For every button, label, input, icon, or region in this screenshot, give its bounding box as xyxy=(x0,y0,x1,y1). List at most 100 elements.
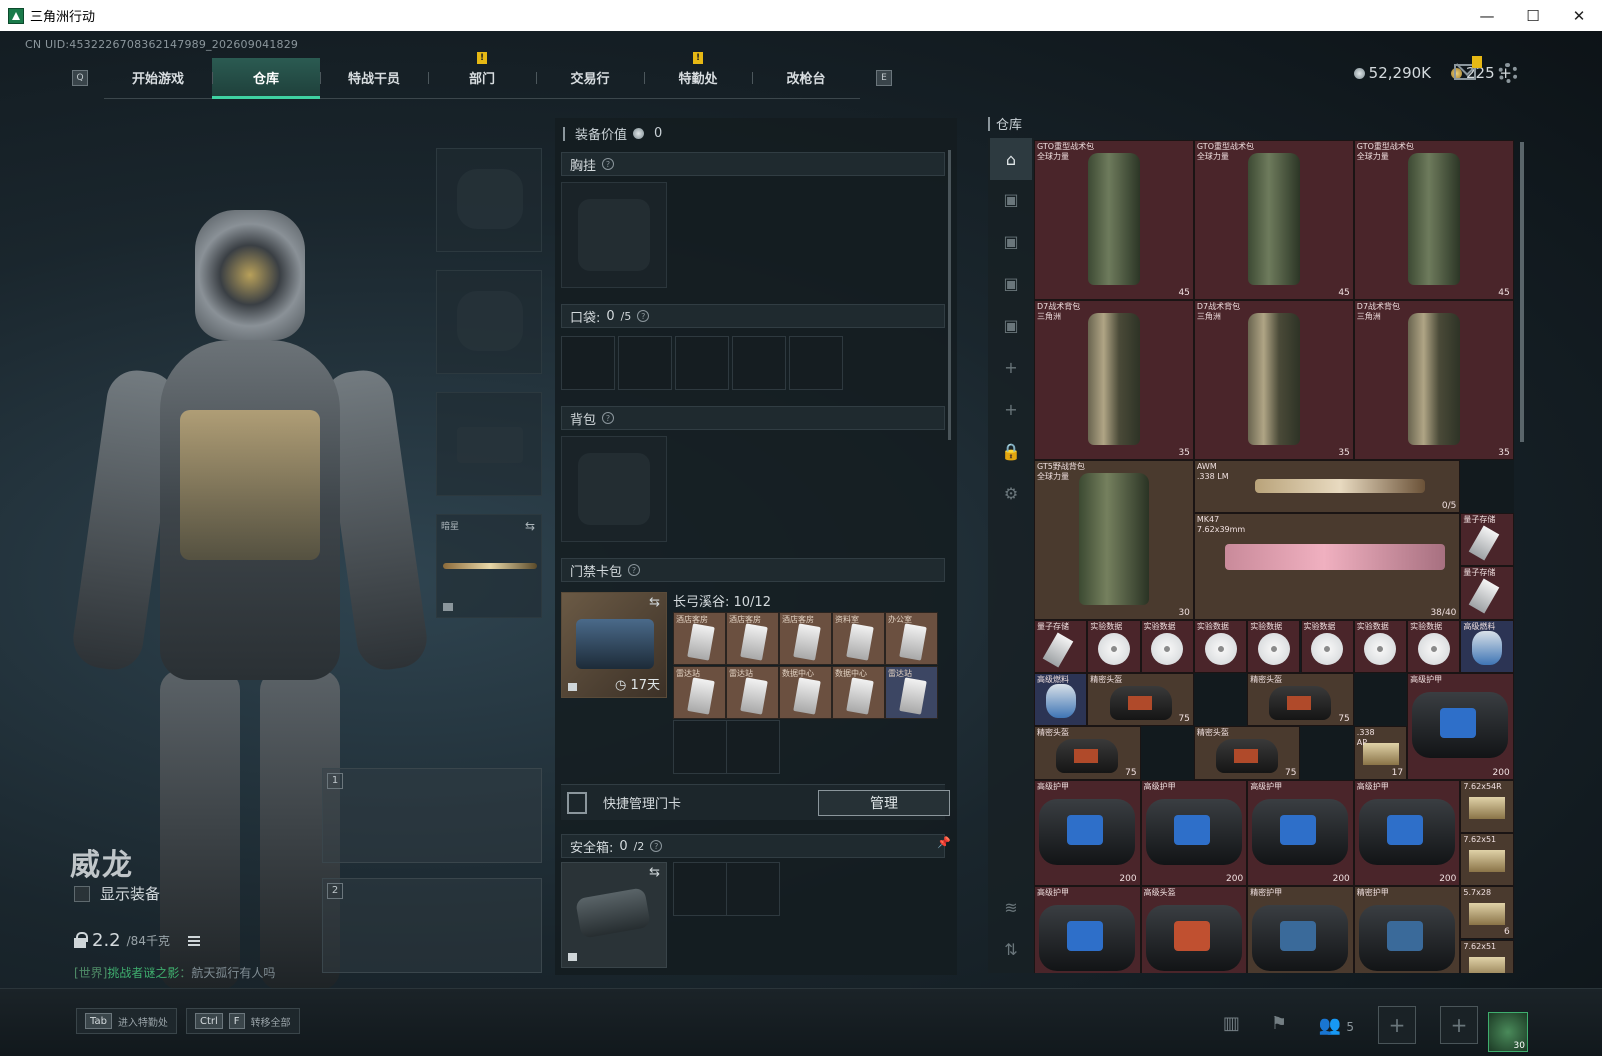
primary-weapon-slot[interactable]: 1 xyxy=(322,768,542,863)
warehouse-item[interactable]: 量子存储 xyxy=(1460,566,1514,620)
transfer-all-button[interactable]: Ctrl F 转移全部 xyxy=(186,1008,300,1034)
warehouse-item[interactable]: 高级护甲 200 xyxy=(1247,779,1354,887)
keycard-case-slot[interactable]: ⇆ ◷ 17天 xyxy=(561,592,667,698)
keycard-item[interactable]: 酒店客房 xyxy=(726,612,779,665)
warehouse-item[interactable]: 7.62x51 xyxy=(1460,832,1514,887)
add-tab-icon[interactable]: + xyxy=(996,352,1026,382)
warehouse-item[interactable]: 高级燃料 xyxy=(1460,619,1514,673)
warehouse-item[interactable]: 5.7x28 6 xyxy=(1460,886,1514,940)
helmet-slot[interactable] xyxy=(436,148,542,252)
show-equipment-toggle[interactable]: 显示装备 xyxy=(74,883,160,904)
keycard-item[interactable]: 酒店客房 xyxy=(673,612,726,665)
warehouse-item[interactable]: 实验数据 xyxy=(1353,619,1408,673)
pin-icon[interactable]: 📌 xyxy=(937,836,951,849)
melee-slot[interactable]: 暗星 ⇆ xyxy=(436,514,542,618)
warehouse-item[interactable]: 实验数据 xyxy=(1407,619,1461,673)
keycard-item[interactable]: 雷达站 xyxy=(726,666,779,719)
secondary-weapon-slot[interactable]: 2 xyxy=(322,878,542,973)
keycard-item[interactable]: 数据中心 xyxy=(779,666,832,719)
warehouse-item[interactable]: 精密头盔 75 xyxy=(1247,673,1354,727)
warehouse-item[interactable]: D7战术背包 三角洲 35 xyxy=(1034,299,1194,460)
help-icon[interactable]: ? xyxy=(637,310,650,322)
warehouse-item[interactable]: 7.62x54R xyxy=(1460,779,1514,833)
enter-special-ops-button[interactable]: Tab 进入特勤处 xyxy=(76,1008,177,1034)
armor-slot[interactable] xyxy=(436,270,542,374)
tab-5[interactable]: 特勤处! xyxy=(644,51,752,98)
warehouse-item[interactable]: 精密护甲 xyxy=(1353,886,1461,973)
warehouse-tab-4-icon[interactable]: ▣ xyxy=(996,310,1026,340)
warehouse-item[interactable]: GTO重型战术包 全球力量 45 xyxy=(1193,140,1354,300)
player-avatar[interactable]: 30 xyxy=(1488,1012,1528,1052)
swap-icon[interactable]: ⇆ xyxy=(649,595,660,610)
help-icon[interactable]: ? xyxy=(602,412,615,424)
warehouse-tab-1-icon[interactable]: ▣ xyxy=(996,184,1026,214)
warehouse-item[interactable]: 高级护甲 200 xyxy=(1140,779,1248,887)
settings-gear-icon[interactable] xyxy=(1498,63,1518,83)
help-icon[interactable]: ? xyxy=(650,840,663,852)
stats-icon[interactable]: ▥ xyxy=(1223,1013,1247,1037)
safe-box-cell[interactable] xyxy=(673,862,727,916)
swap-icon[interactable]: ⇆ xyxy=(649,865,660,880)
show-equipment-checkbox[interactable] xyxy=(74,885,90,902)
warehouse-item[interactable]: D7战术背包 三角洲 35 xyxy=(1353,299,1514,460)
friends-button[interactable]: 👥 5 xyxy=(1319,1015,1354,1036)
keycard-item[interactable]: 资料室 xyxy=(832,612,885,665)
keycard-item[interactable]: 办公室 xyxy=(885,612,938,665)
warehouse-item[interactable]: 精密头盔 75 xyxy=(1193,726,1301,780)
warehouse-item[interactable]: .338 AP 17 xyxy=(1353,726,1408,780)
warehouse-item[interactable]: 高级护甲 200 xyxy=(1353,779,1461,887)
warehouse-tab-2-icon[interactable]: ▣ xyxy=(996,226,1026,256)
backpack-slot[interactable] xyxy=(561,436,667,542)
safe-box-cell[interactable] xyxy=(726,862,780,916)
warehouse-item[interactable]: 高级护甲 200 xyxy=(1407,673,1514,780)
pocket-slot[interactable] xyxy=(561,336,615,390)
loadout-scrollbar[interactable] xyxy=(948,150,951,440)
pistol-slot[interactable] xyxy=(436,392,542,496)
warehouse-item[interactable]: AWM .338 LM 0/5 xyxy=(1193,459,1461,514)
tab-2[interactable]: 特战干员 xyxy=(320,58,428,98)
warehouse-item[interactable]: 高级护甲 200 xyxy=(1034,779,1141,887)
keycard-item[interactable]: 雷达站 xyxy=(673,666,726,719)
tab-0[interactable]: 开始游戏 xyxy=(104,58,212,98)
warehouse-scrollbar[interactable] xyxy=(1520,142,1524,442)
warehouse-item[interactable]: 实验数据 xyxy=(1247,619,1301,673)
warehouse-item[interactable]: 量子存储 xyxy=(1460,513,1514,567)
tab-1[interactable]: 仓库 xyxy=(212,57,320,99)
warehouse-item[interactable]: GT5野战背包 全球力量 30 xyxy=(1034,459,1194,620)
keycard-empty-slot[interactable] xyxy=(726,720,780,774)
add-party-slot[interactable]: + xyxy=(1378,1006,1416,1044)
stack-layers-icon[interactable]: ≋ xyxy=(996,892,1026,922)
warehouse-item[interactable]: 实验数据 xyxy=(1087,619,1141,673)
warehouse-item[interactable]: 高级头盔 xyxy=(1140,886,1248,973)
pocket-slot[interactable] xyxy=(732,336,786,390)
warehouse-item[interactable]: 实验数据 xyxy=(1300,619,1354,673)
chest-rig-slot[interactable] xyxy=(561,182,667,288)
add-party-slot[interactable]: + xyxy=(1440,1006,1478,1044)
warehouse-item[interactable]: GTO重型战术包 全球力量 45 xyxy=(1034,140,1194,300)
warehouse-item[interactable]: 精密头盔 75 xyxy=(1087,673,1194,727)
swap-icon[interactable]: ⇆ xyxy=(525,519,535,533)
keycard-item[interactable]: 酒店客房 xyxy=(779,612,832,665)
keycard-item[interactable]: 雷达站 xyxy=(885,666,938,719)
flag-icon[interactable]: ⚑ xyxy=(1271,1013,1295,1037)
warehouse-item[interactable]: D7战术背包 三角洲 35 xyxy=(1193,299,1354,460)
warehouse-item[interactable]: 量子存储 xyxy=(1034,619,1088,673)
warehouse-item[interactable]: 实验数据 xyxy=(1140,619,1194,673)
pocket-slot[interactable] xyxy=(618,336,672,390)
tab-3[interactable]: 部门! xyxy=(428,51,536,98)
world-chat[interactable]: [世界]挑战者谜之影：航天孤行有人吗 xyxy=(74,964,275,981)
mail-icon[interactable] xyxy=(1454,56,1482,80)
warehouse-item[interactable]: 高级护甲 xyxy=(1034,886,1141,973)
warehouse-item[interactable]: 实验数据 xyxy=(1193,619,1248,673)
tab-4[interactable]: 交易行 xyxy=(536,58,644,98)
nav-next-key[interactable]: E xyxy=(876,70,892,86)
safe-box-slot[interactable]: ⇆ xyxy=(561,862,667,968)
warehouse-tab-3-icon[interactable]: ▣ xyxy=(996,268,1026,298)
settings-icon[interactable]: ⚙ xyxy=(996,478,1026,508)
keycard-empty-slot[interactable] xyxy=(673,720,727,774)
maximize-button[interactable]: ☐ xyxy=(1510,0,1556,31)
warehouse-item[interactable]: GTO重型战术包 全球力量 45 xyxy=(1353,140,1514,300)
warehouse-item[interactable]: MK47 7.62x39mm 38/40 xyxy=(1193,513,1461,620)
pocket-slot[interactable] xyxy=(675,336,729,390)
help-icon[interactable]: ? xyxy=(602,158,615,170)
